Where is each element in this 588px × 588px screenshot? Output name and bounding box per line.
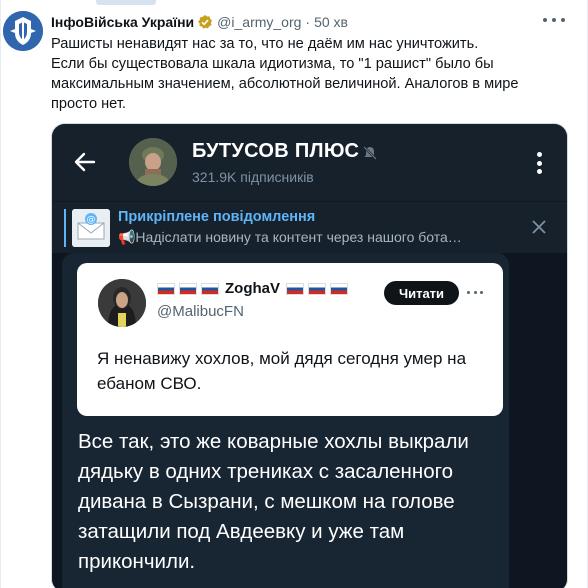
tweet-text-line: просто нет. — [51, 96, 126, 112]
tweet-text-line: максимальным значением, абсолютной велич… — [51, 76, 519, 92]
russian-flag-icon — [308, 282, 326, 295]
message-bubble[interactable]: ZoghaV @MalibucFN Читати Я ненавижу хохл… — [62, 253, 509, 588]
tweet-card[interactable]: ІнфоВійська України @i_army_org · 50 хв … — [0, 0, 588, 588]
pinned-text: 📢Надіслати новину та контент через нашог… — [118, 229, 462, 245]
quoted-more-icon — [467, 291, 483, 295]
channel-name[interactable]: БУТУСОВ ПЛЮС — [192, 140, 359, 163]
author-handle[interactable]: @i_army_org — [217, 14, 301, 30]
arrow-left-icon[interactable] — [72, 149, 98, 175]
subscriber-count: 321.9K підписників — [192, 169, 314, 185]
tweet-media-image[interactable]: БУТУСОВ ПЛЮС 321.9K підписників @ Прикрі… — [51, 123, 568, 588]
russian-flag-icon — [179, 282, 197, 295]
tweet-text: Рашисты ненавидят нас за то, что не даём… — [51, 34, 571, 114]
author-name[interactable]: ІнфоВійська України — [51, 14, 194, 30]
quoted-author-avatar — [98, 279, 146, 327]
more-vertical-icon[interactable] — [537, 152, 543, 174]
quoted-tweet-text: Я ненавижу хохлов, мой дядя сегодня умер… — [97, 349, 467, 393]
pinned-title: Прикріплене повідомлення — [118, 209, 316, 225]
tweet-timestamp[interactable]: 50 хв — [314, 14, 348, 30]
pinned-thumbnail: @ — [72, 209, 110, 247]
tweet-text-line: Если бы существовала шкала идиотизма, то… — [51, 56, 494, 72]
russian-flag-icon — [157, 282, 175, 295]
channel-avatar-photo — [129, 138, 177, 186]
russian-flag-icon — [286, 282, 304, 295]
follow-button: Читати — [384, 281, 459, 305]
russian-flag-icon — [330, 282, 348, 295]
separator-dot: · — [305, 14, 311, 30]
more-options-icon[interactable] — [543, 13, 565, 27]
message-text: Все так, это же коварные хохлы выкрали д… — [78, 430, 469, 573]
quoted-author-handle: @MalibucFN — [157, 303, 244, 320]
close-icon[interactable] — [531, 219, 547, 235]
chat-area: ZoghaV @MalibucFN Читати Я ненавижу хохл… — [52, 253, 567, 588]
tweet-text-line: Рашисты ненавидят нас за то, что не даём… — [51, 36, 479, 52]
email-at-icon: @ — [72, 209, 110, 247]
army-emblem-icon — [3, 11, 43, 51]
telegram-header: БУТУСОВ ПЛЮС 321.9K підписників — [52, 124, 567, 201]
pinned-message-bar[interactable]: @ Прикріплене повідомлення 📢Надіслати но… — [52, 201, 567, 253]
quoted-name-text: ZoghaV — [225, 280, 280, 297]
verified-badge-icon — [198, 15, 213, 29]
russian-flag-icon — [201, 282, 219, 295]
pinned-accent-bar — [64, 209, 66, 247]
author-avatar[interactable] — [3, 11, 43, 51]
quoted-tweet-card: ZoghaV @MalibucFN Читати Я ненавижу хохл… — [77, 263, 503, 416]
tweet-header: ІнфоВійська України @i_army_org · 50 хв — [51, 12, 567, 32]
quoted-avatar-photo — [98, 279, 146, 327]
muted-bell-icon — [363, 146, 377, 160]
quoted-author-name: ZoghaV — [157, 280, 352, 297]
svg-text:@: @ — [87, 215, 96, 225]
channel-avatar[interactable] — [129, 138, 177, 186]
